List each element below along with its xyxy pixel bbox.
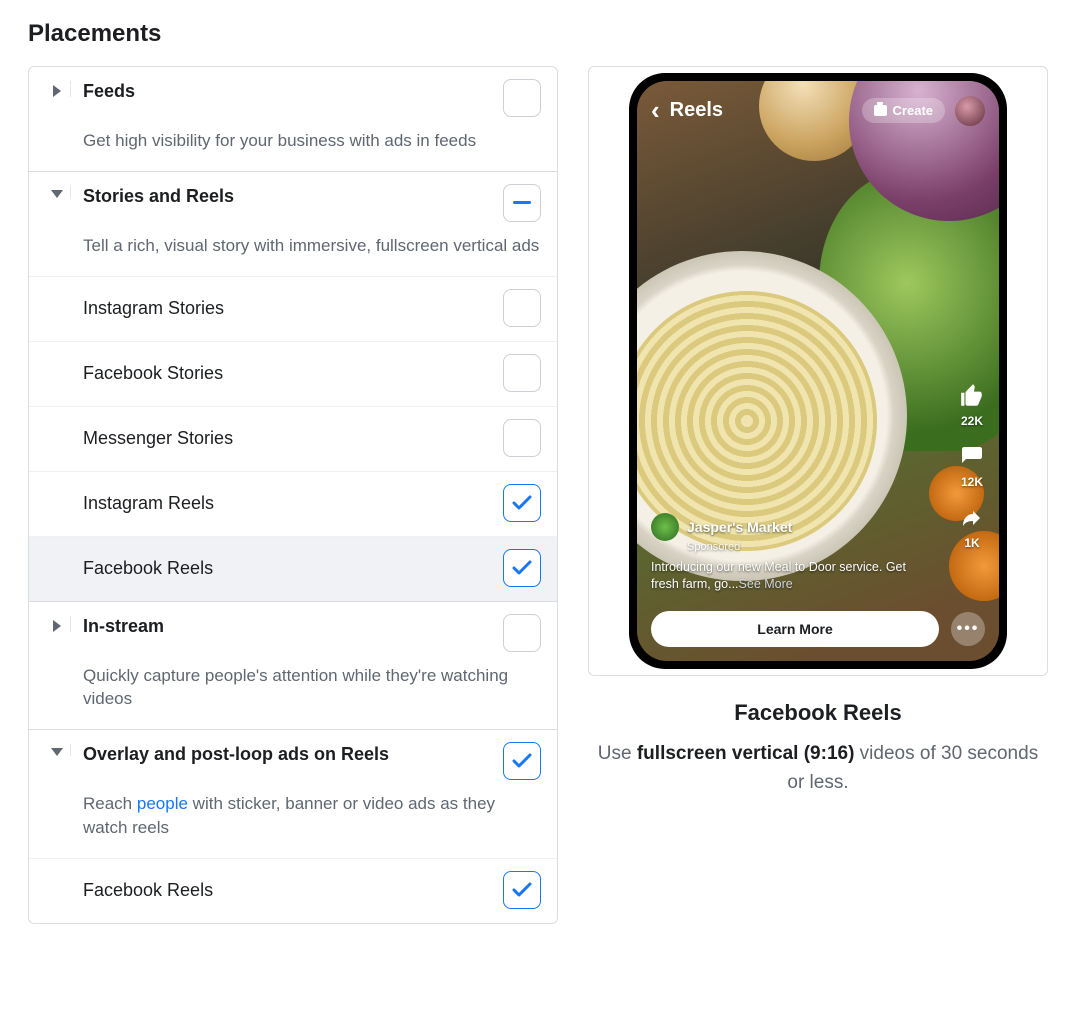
- placement-facebook-reels[interactable]: Facebook Reels: [29, 536, 557, 601]
- page-title: Placements: [28, 20, 1052, 48]
- phone-screen: ‹ Reels Create 22K: [637, 81, 999, 661]
- checkbox-in-stream[interactable]: [503, 614, 541, 652]
- placements-panel: Feeds Get high visibility for your busin…: [28, 66, 558, 924]
- placement-label: Facebook Reels: [83, 558, 503, 579]
- checkbox-overlay-facebook-reels[interactable]: [503, 871, 541, 909]
- checkbox-messenger-stories[interactable]: [503, 419, 541, 457]
- like-count: 22K: [961, 414, 983, 428]
- engagement-rail: 22K 12K 1K: [957, 381, 987, 550]
- group-in-stream: In-stream Quickly capture people's atten…: [29, 602, 557, 731]
- placement-facebook-stories[interactable]: Facebook Stories: [29, 341, 557, 406]
- placement-label: Facebook Reels: [83, 880, 503, 901]
- like-button[interactable]: 22K: [957, 381, 987, 428]
- comment-count: 12K: [961, 475, 983, 489]
- desc-text: Reach: [83, 794, 137, 813]
- phone-mock: ‹ Reels Create 22K: [629, 73, 1007, 669]
- preview-description: Use fullscreen vertical (9:16) videos of…: [588, 740, 1048, 797]
- placement-messenger-stories[interactable]: Messenger Stories: [29, 406, 557, 471]
- checkbox-overlay-reels[interactable]: [503, 742, 541, 780]
- group-desc-in-stream: Quickly capture people's attention while…: [29, 658, 557, 730]
- layout: Feeds Get high visibility for your busin…: [28, 66, 1052, 924]
- checkbox-feeds[interactable]: [503, 79, 541, 117]
- desc-pre: Use: [598, 743, 637, 764]
- group-desc-feeds: Get high visibility for your business wi…: [29, 123, 557, 171]
- create-button[interactable]: Create: [862, 98, 945, 123]
- checkbox-facebook-reels[interactable]: [503, 549, 541, 587]
- see-more-link[interactable]: See More: [739, 577, 793, 591]
- desc-link-people[interactable]: people: [137, 794, 188, 813]
- preview-panel: ‹ Reels Create 22K: [588, 66, 1048, 797]
- group-desc-stories-reels: Tell a rich, visual story with immersive…: [29, 228, 557, 276]
- cta-button[interactable]: Learn More: [651, 611, 939, 647]
- ad-caption: Introducing our new Meal to Door service…: [651, 559, 909, 593]
- create-label: Create: [893, 103, 933, 118]
- advertiser-avatar[interactable]: [651, 513, 679, 541]
- group-title-feeds: Feeds: [83, 81, 493, 102]
- checkbox-instagram-stories[interactable]: [503, 289, 541, 327]
- ad-meta: Jasper's Market Sponsored Introducing ou…: [651, 513, 909, 593]
- placement-instagram-reels[interactable]: Instagram Reels: [29, 471, 557, 536]
- chevron-down-icon[interactable]: [51, 190, 63, 198]
- group-title-stories-reels: Stories and Reels: [83, 186, 493, 207]
- desc-bold: fullscreen vertical (9:16): [637, 743, 855, 764]
- like-icon: [957, 381, 987, 411]
- preview-top-bar: ‹ Reels Create: [637, 95, 999, 126]
- comment-button[interactable]: 12K: [957, 442, 987, 489]
- group-feeds: Feeds Get high visibility for your busin…: [29, 67, 557, 172]
- preview-title: Facebook Reels: [588, 700, 1048, 726]
- group-overlay-reels: Overlay and post-loop ads on Reels Reach…: [29, 730, 557, 923]
- back-icon[interactable]: ‹: [651, 95, 660, 126]
- group-stories-reels: Stories and Reels Tell a rich, visual st…: [29, 172, 557, 602]
- placement-label: Facebook Stories: [83, 363, 503, 384]
- sponsored-label: Sponsored: [687, 541, 909, 553]
- group-title-in-stream: In-stream: [83, 616, 493, 637]
- checkbox-facebook-stories[interactable]: [503, 354, 541, 392]
- ellipsis-icon: •••: [957, 620, 980, 638]
- group-desc-overlay-reels: Reach people with sticker, banner or vid…: [29, 786, 557, 858]
- share-icon: [957, 503, 987, 533]
- placement-overlay-facebook-reels[interactable]: Facebook Reels: [29, 858, 557, 923]
- group-title-overlay-reels: Overlay and post-loop ads on Reels: [83, 744, 493, 765]
- preview-card: ‹ Reels Create 22K: [588, 66, 1048, 676]
- camera-icon: [874, 105, 887, 116]
- chevron-right-icon[interactable]: [53, 620, 61, 632]
- placement-label: Messenger Stories: [83, 428, 503, 449]
- chevron-right-icon[interactable]: [53, 85, 61, 97]
- checkbox-stories-reels[interactable]: [503, 184, 541, 222]
- more-button[interactable]: •••: [951, 612, 985, 646]
- placement-label: Instagram Reels: [83, 493, 503, 514]
- profile-avatar[interactable]: [955, 96, 985, 126]
- chevron-down-icon[interactable]: [51, 748, 63, 756]
- preview-top-title: Reels: [670, 99, 852, 122]
- placement-instagram-stories[interactable]: Instagram Stories: [29, 276, 557, 341]
- placement-label: Instagram Stories: [83, 298, 503, 319]
- comment-icon: [957, 442, 987, 472]
- share-count: 1K: [964, 536, 979, 550]
- share-button[interactable]: 1K: [957, 503, 987, 550]
- checkbox-instagram-reels[interactable]: [503, 484, 541, 522]
- preview-bottom-row: Learn More •••: [651, 611, 985, 647]
- advertiser-name[interactable]: Jasper's Market: [687, 519, 792, 535]
